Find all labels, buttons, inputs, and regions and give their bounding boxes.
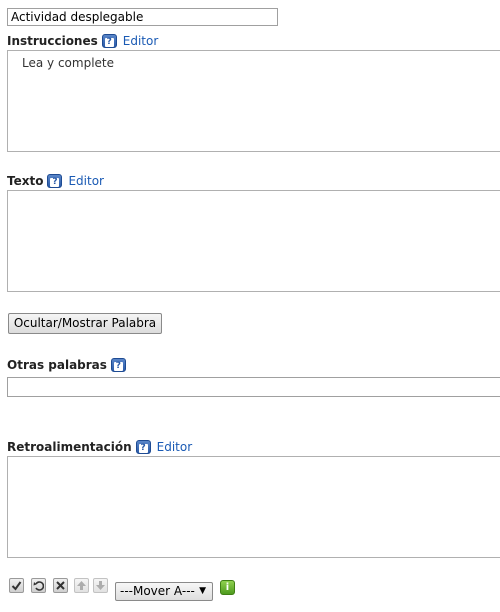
feedback-label-row: Retroalimentación ? Editor	[7, 439, 192, 455]
activity-title-input[interactable]: Actividad desplegable	[7, 8, 278, 26]
move-to-select[interactable]: ---Mover A--- ▼	[115, 582, 213, 601]
help-glyph: ?	[104, 37, 114, 47]
arrow-up-icon[interactable]	[74, 578, 89, 593]
text-label: Texto	[7, 174, 44, 188]
delete-icon[interactable]	[53, 578, 68, 593]
other-words-label-row: Otras palabras ?	[7, 357, 126, 373]
help-icon[interactable]: ?	[47, 174, 63, 188]
chevron-down-icon: ▼	[199, 586, 206, 596]
feedback-editor-link[interactable]: Editor	[157, 440, 193, 454]
other-words-label: Otras palabras	[7, 358, 107, 372]
help-icon[interactable]: ?	[110, 358, 126, 372]
instructions-editor-link[interactable]: Editor	[123, 34, 159, 48]
info-icon[interactable]: i	[220, 580, 235, 595]
text-textarea[interactable]	[7, 190, 500, 292]
instructions-textarea[interactable]: Lea y complete	[7, 50, 500, 152]
feedback-textarea[interactable]	[7, 456, 500, 558]
help-icon[interactable]: ?	[101, 34, 117, 48]
toggle-word-button[interactable]: Ocultar/Mostrar Palabra	[8, 313, 162, 334]
help-glyph: ?	[113, 361, 123, 371]
text-label-row: Texto ? Editor	[7, 173, 104, 189]
text-editor-link[interactable]: Editor	[68, 174, 104, 188]
feedback-label: Retroalimentación	[7, 440, 132, 454]
help-glyph: ?	[138, 443, 148, 453]
help-glyph: ?	[50, 177, 60, 187]
checkmark-icon[interactable]	[9, 578, 24, 593]
instructions-label: Instrucciones	[7, 34, 98, 48]
arrow-down-icon[interactable]	[93, 578, 108, 593]
instructions-label-row: Instrucciones ? Editor	[7, 33, 158, 49]
move-to-select-value: ---Mover A---	[120, 584, 195, 598]
help-icon[interactable]: ?	[135, 440, 151, 454]
instructions-content: Lea y complete	[22, 56, 114, 70]
other-words-input[interactable]	[7, 377, 500, 397]
undo-icon[interactable]	[31, 578, 46, 593]
